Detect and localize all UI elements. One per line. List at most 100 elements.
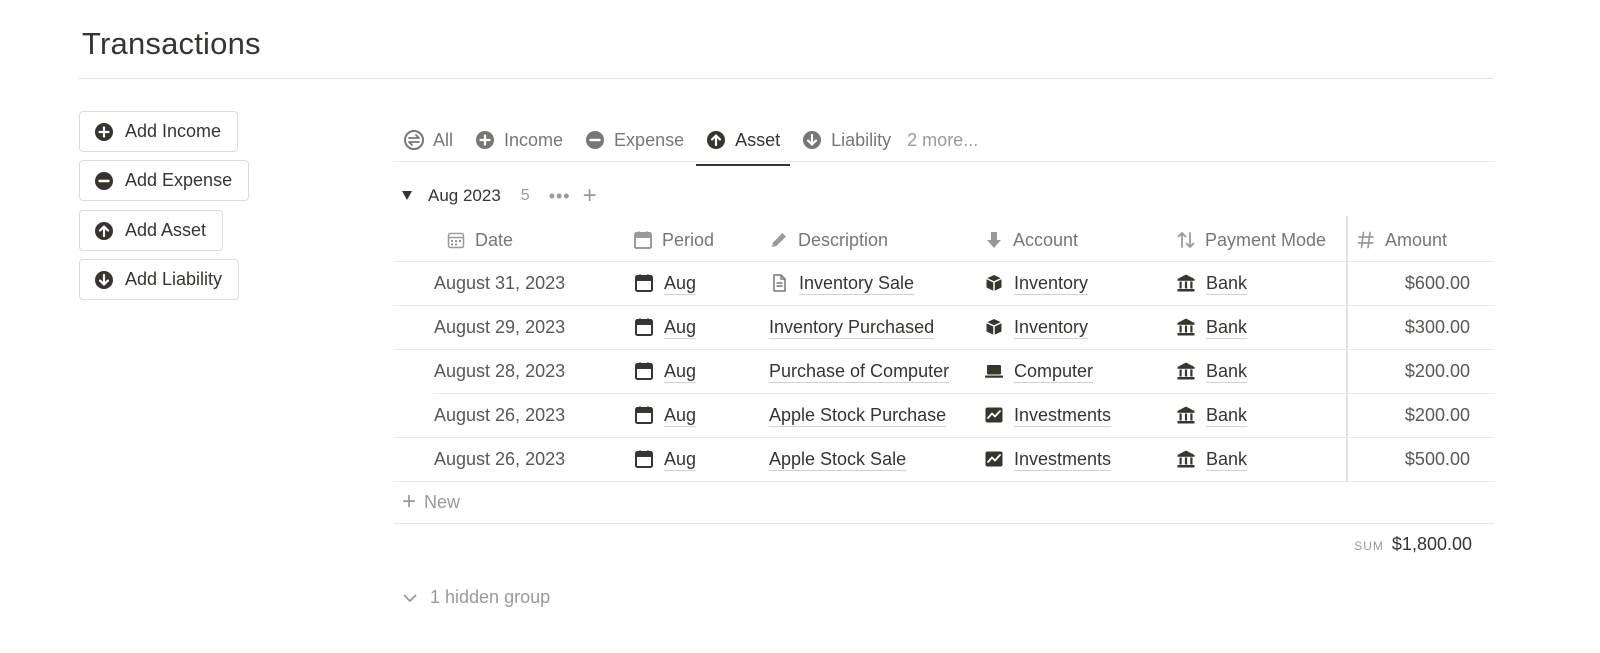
title-divider xyxy=(79,78,1493,79)
description-cell[interactable]: Apple Stock Purchase xyxy=(769,393,947,437)
description-link[interactable]: Inventory Purchased xyxy=(769,316,935,339)
table-row[interactable]: August 26, 2023 Aug Apple Stock Purchase… xyxy=(394,393,1494,437)
description-cell[interactable]: Inventory Purchased xyxy=(769,305,935,349)
column-amount[interactable]: Amount xyxy=(1356,222,1447,258)
period-cell[interactable]: Aug xyxy=(634,437,697,481)
payment-mode-cell[interactable]: Bank xyxy=(1176,261,1248,305)
add-expense-button[interactable]: Add Expense xyxy=(79,160,250,201)
period-link[interactable]: Aug xyxy=(664,316,697,339)
payment-mode-cell[interactable]: Bank xyxy=(1176,437,1248,481)
calendar-icon xyxy=(634,405,654,425)
payment-mode-link[interactable]: Bank xyxy=(1206,448,1248,471)
arrow-down-circle-icon xyxy=(94,270,114,290)
more-tabs-button[interactable]: 2 more... xyxy=(903,118,988,162)
account-cell[interactable]: Investments xyxy=(984,393,1112,437)
description-cell[interactable]: Purchase of Computer xyxy=(769,349,950,393)
table-row[interactable]: August 28, 2023 Aug Purchase of Computer… xyxy=(394,349,1494,393)
table-bottom-divider xyxy=(394,523,1494,524)
plus-circle-icon xyxy=(475,130,495,150)
hidden-groups-label: 1 hidden group xyxy=(430,587,551,607)
column-account-label: Account xyxy=(1013,229,1079,250)
add-income-button[interactable]: Add Income xyxy=(79,111,239,152)
group-add-icon[interactable]: + xyxy=(583,184,597,208)
arrow-up-circle-icon xyxy=(94,221,114,241)
group-more-icon[interactable]: ••• xyxy=(549,186,571,207)
tab-expense[interactable]: Expense xyxy=(575,118,694,162)
table-row[interactable]: August 29, 2023 Aug Inventory Purchased … xyxy=(394,305,1494,349)
payment-mode-link[interactable]: Bank xyxy=(1206,272,1248,295)
description-link[interactable]: Inventory Sale xyxy=(799,272,915,295)
add-expense-label: Add Expense xyxy=(125,170,233,190)
description-link[interactable]: Apple Stock Purchase xyxy=(769,404,947,427)
tab-income[interactable]: Income xyxy=(465,118,573,162)
payment-mode-link[interactable]: Bank xyxy=(1206,404,1248,427)
amount-cell: $600.00 xyxy=(1404,272,1470,293)
column-payment-mode[interactable]: Payment Mode xyxy=(1176,222,1326,258)
chevron-down-icon xyxy=(402,590,418,606)
account-link[interactable]: Computer xyxy=(1014,360,1094,383)
payment-mode-link[interactable]: Bank xyxy=(1206,360,1248,383)
period-cell[interactable]: Aug xyxy=(634,261,697,305)
amount-cell: $200.00 xyxy=(1404,360,1470,381)
hidden-groups-toggle[interactable]: 1 hidden group xyxy=(402,587,550,608)
group-header: Aug 2023 5 ••• + xyxy=(402,182,597,210)
account-cell[interactable]: Computer xyxy=(984,349,1094,393)
period-cell[interactable]: Aug xyxy=(634,305,697,349)
plus-circle-icon xyxy=(94,122,114,142)
amount-cell: $300.00 xyxy=(1404,316,1470,337)
period-link[interactable]: Aug xyxy=(664,272,697,295)
description-cell[interactable]: Apple Stock Sale xyxy=(769,437,907,481)
account-link[interactable]: Inventory xyxy=(1014,316,1089,339)
description-link[interactable]: Apple Stock Sale xyxy=(769,448,907,471)
bank-icon xyxy=(1176,317,1196,337)
column-description[interactable]: Description xyxy=(769,222,888,258)
account-link[interactable]: Investments xyxy=(1014,448,1112,471)
column-account[interactable]: Account xyxy=(984,222,1078,258)
period-cell[interactable]: Aug xyxy=(634,393,697,437)
tab-all[interactable]: All xyxy=(394,118,463,162)
bank-icon xyxy=(1176,405,1196,425)
sum-value: $1,800.00 xyxy=(1391,534,1472,554)
add-asset-button[interactable]: Add Asset xyxy=(79,210,224,251)
tab-asset[interactable]: Asset xyxy=(696,118,791,166)
payment-mode-link[interactable]: Bank xyxy=(1206,316,1248,339)
description-cell[interactable]: Inventory Sale xyxy=(769,261,915,305)
tab-income-label: Income xyxy=(504,129,564,150)
description-link[interactable]: Purchase of Computer xyxy=(769,360,950,383)
payment-mode-cell[interactable]: Bank xyxy=(1176,305,1248,349)
payment-mode-cell[interactable]: Bank xyxy=(1176,393,1248,437)
tab-liability-label: Liability xyxy=(831,129,892,150)
amount-cell: $500.00 xyxy=(1404,448,1470,469)
account-link[interactable]: Investments xyxy=(1014,404,1112,427)
payment-mode-cell[interactable]: Bank xyxy=(1176,349,1248,393)
account-cell[interactable]: Investments xyxy=(984,437,1112,481)
amount-sum[interactable]: SUM $1,800.00 xyxy=(1354,534,1472,555)
tab-all-label: All xyxy=(433,129,454,150)
collapse-toggle-icon[interactable] xyxy=(402,190,412,200)
bank-icon xyxy=(1176,449,1196,469)
calendar-icon xyxy=(633,230,653,250)
column-date[interactable]: Date xyxy=(446,222,513,258)
column-period[interactable]: Period xyxy=(633,222,714,258)
laptop-icon xyxy=(984,361,1004,381)
add-liability-button[interactable]: Add Liability xyxy=(79,259,240,300)
column-payment-mode-label: Payment Mode xyxy=(1205,229,1327,250)
column-description-label: Description xyxy=(798,229,889,250)
account-cell[interactable]: Inventory xyxy=(984,305,1089,349)
account-link[interactable]: Inventory xyxy=(1014,272,1089,295)
period-link[interactable]: Aug xyxy=(664,360,697,383)
table-row[interactable]: August 26, 2023 Aug Apple Stock Sale Inv… xyxy=(394,437,1494,481)
new-row-button[interactable]: + New xyxy=(402,490,460,514)
tab-liability[interactable]: Liability xyxy=(792,118,901,162)
hash-icon xyxy=(1356,230,1376,250)
bank-icon xyxy=(1176,361,1196,381)
calendar-icon xyxy=(634,361,654,381)
period-cell[interactable]: Aug xyxy=(634,349,697,393)
account-cell[interactable]: Inventory xyxy=(984,261,1089,305)
minus-circle-icon xyxy=(585,130,605,150)
date-cell: August 28, 2023 xyxy=(434,360,566,381)
period-link[interactable]: Aug xyxy=(664,404,697,427)
table-row[interactable]: August 31, 2023 Aug Inventory Sale Inven… xyxy=(394,261,1494,305)
new-row-label: New xyxy=(424,491,461,512)
period-link[interactable]: Aug xyxy=(664,448,697,471)
